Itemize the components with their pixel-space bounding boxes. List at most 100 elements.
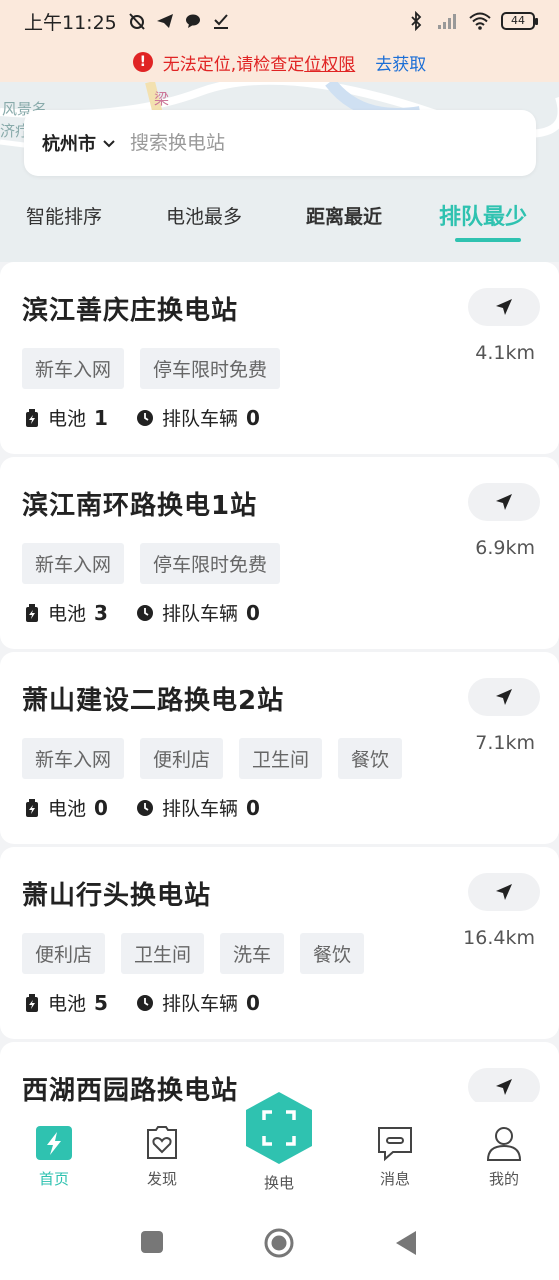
station-card[interactable]: 萧山行头换电站 16.4km 便利店 卫生间 洗车 餐饮 电池 5 排队车辆 0: [0, 847, 559, 1039]
navigation-arrow-icon: [496, 299, 512, 315]
station-name: 萧山行头换电站: [22, 881, 212, 911]
queue-count: 0: [245, 405, 260, 430]
station-distance: 4.1km: [475, 342, 535, 364]
clock-icon: [136, 994, 153, 1011]
discover-heart-icon: [147, 1126, 177, 1159]
battery-icon: [26, 798, 38, 817]
battery-count: 5: [94, 990, 108, 1015]
download-done-icon: [213, 14, 228, 29]
active-tab-indicator: [455, 238, 521, 242]
get-permission-link[interactable]: 去获取: [375, 50, 426, 75]
station-distance: 7.1km: [475, 732, 535, 754]
search-input[interactable]: [130, 132, 518, 154]
nav-label: 首页: [38, 1170, 69, 1188]
sort-tabs: 智能排序 电池最多 距离最近 排队最少: [0, 190, 559, 250]
station-tag: 便利店: [22, 933, 106, 974]
back-icon[interactable]: [394, 1230, 418, 1256]
station-distance: 16.4km: [463, 927, 535, 949]
nav-swap-label[interactable]: 换电: [239, 1172, 319, 1193]
wifi-icon: [469, 12, 491, 30]
tab-nearest[interactable]: 距离最近: [306, 202, 382, 229]
station-tag: 停车限时免费: [140, 348, 281, 389]
alert-icon: !: [132, 52, 153, 72]
station-name: 滨江善庆庄换电站: [22, 296, 239, 326]
station-tag: 洗车: [220, 933, 285, 974]
battery-label: 电池: [48, 993, 87, 1015]
station-card[interactable]: 滨江南环路换电1站 6.9km 新车入网 停车限时免费 电池 3 排队车辆 0: [0, 457, 559, 649]
search-bar: 杭州市: [24, 110, 536, 176]
station-tags: 便利店 卫生间 洗车 餐饮: [22, 933, 365, 974]
station-stats: 电池 1 排队车辆 0: [24, 404, 260, 431]
chat-icon: [185, 14, 200, 28]
nav-messages[interactable]: 消息: [355, 1124, 435, 1189]
station-tags: 新车入网 停车限时免费: [22, 348, 281, 389]
warning-text: 无法定位,请检查定位权限: [162, 54, 356, 75]
navigate-button[interactable]: [468, 288, 540, 326]
nav-label: 我的: [488, 1170, 519, 1188]
queue-label: 排队车辆: [161, 993, 238, 1015]
station-name: 滨江南环路换电1站: [22, 491, 258, 521]
queue-label: 排队车辆: [161, 603, 238, 625]
station-stats: 电池 0 排队车辆 0: [24, 794, 260, 821]
queue-label: 排队车辆: [161, 408, 238, 430]
tab-most-battery[interactable]: 电池最多: [166, 202, 242, 229]
clock-icon: [136, 604, 153, 621]
navigate-button[interactable]: [468, 1068, 540, 1106]
station-card[interactable]: 萧山建设二路换电2站 7.1km 新车入网 便利店 卫生间 餐饮 电池 0 排队…: [0, 652, 559, 844]
home-button-icon[interactable]: [263, 1227, 295, 1259]
battery-count: 1: [94, 405, 108, 430]
location-warning-banner: ! 无法定位,请检查定位权限 去获取: [0, 44, 559, 80]
battery-count: 0: [94, 795, 108, 820]
station-stats: 电池 3 排队车辆 0: [24, 599, 260, 626]
battery-label: 电池: [48, 408, 87, 430]
battery-icon: [26, 408, 38, 427]
station-tag: 卫生间: [121, 933, 205, 974]
station-card[interactable]: 滨江善庆庄换电站 4.1km 新车入网 停车限时免费 电池 1 排队车辆 0: [0, 262, 559, 454]
system-nav-bar: [0, 1202, 559, 1280]
navigate-button[interactable]: [468, 873, 540, 911]
station-distance: 6.9km: [475, 537, 535, 559]
chevron-down-icon[interactable]: [102, 136, 116, 150]
queue-count: 0: [245, 795, 260, 820]
station-tag: 便利店: [140, 738, 224, 779]
station-name: 萧山建设二路换电2站: [22, 686, 285, 716]
bluetooth-icon: [411, 11, 422, 31]
station-tags: 新车入网 便利店 卫生间 餐饮: [22, 738, 403, 779]
tab-smart-sort[interactable]: 智能排序: [26, 202, 102, 229]
tab-least-queue[interactable]: 排队最少: [439, 199, 527, 231]
queue-count: 0: [245, 990, 260, 1015]
alarm-off-icon: [129, 13, 145, 30]
battery-icon: [26, 603, 38, 622]
navigate-button[interactable]: [468, 678, 540, 716]
nav-discover[interactable]: 发现: [122, 1124, 202, 1189]
swap-battery-button[interactable]: [244, 1090, 314, 1166]
battery-label: 电池: [48, 798, 87, 820]
battery-count: 3: [94, 600, 108, 625]
profile-icon: [486, 1127, 522, 1161]
navigate-button[interactable]: [468, 483, 540, 521]
bottom-nav: 首页 发现 换电 消息 我的: [0, 1092, 559, 1202]
recent-apps-icon[interactable]: [140, 1230, 164, 1254]
station-tag: 餐饮: [300, 933, 365, 974]
station-tag: 卫生间: [239, 738, 323, 779]
home-bolt-icon: [36, 1126, 72, 1160]
station-tag: 新车入网: [22, 738, 125, 779]
queue-label: 排队车辆: [161, 798, 238, 820]
signal-icon: [438, 14, 456, 29]
nav-profile[interactable]: 我的: [464, 1124, 544, 1189]
city-selector[interactable]: 杭州市: [42, 130, 96, 156]
map-label: 梁: [154, 90, 169, 108]
permission-link[interactable]: 位权限: [304, 55, 355, 75]
battery-icon: [26, 993, 38, 1012]
nav-home[interactable]: 首页: [14, 1124, 94, 1189]
battery-indicator: 44: [501, 12, 538, 30]
battery-label: 电池: [48, 603, 87, 625]
clock-icon: [136, 799, 153, 816]
message-icon: [378, 1127, 412, 1162]
nav-label: 消息: [379, 1170, 410, 1188]
station-tag: 餐饮: [338, 738, 403, 779]
station-stats: 电池 5 排队车辆 0: [24, 989, 260, 1016]
status-bar: 上午11:25 44: [0, 0, 559, 42]
clock-icon: [136, 409, 153, 426]
navigation-arrow-icon: [496, 494, 512, 510]
